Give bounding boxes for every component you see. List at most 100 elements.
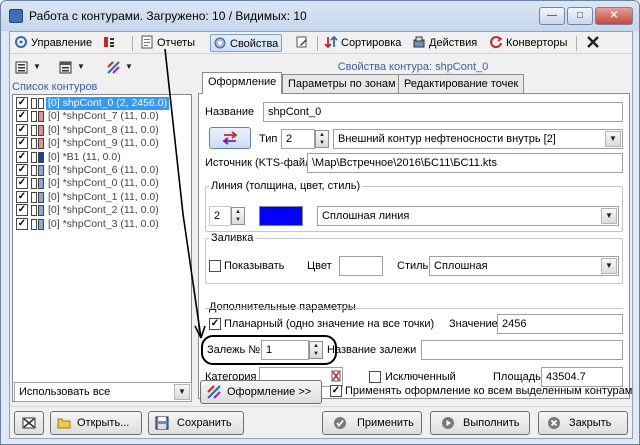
value-label: Значение [449, 318, 498, 330]
chevron-down-icon: ▼ [33, 62, 41, 71]
list-item-label: [0] *shpCont_0 (11, 0.0) [48, 177, 159, 190]
fill-color-swatch [38, 178, 44, 190]
contour-type-select[interactable]: Внешний контур нефтеносности внутрь [2] … [333, 129, 623, 149]
source-field[interactable]: \Map\Встречное\2016\БС11\БС11.kts [307, 153, 623, 173]
list-item-checkbox[interactable]: ✓ [16, 217, 28, 230]
check-circle-icon [334, 417, 346, 429]
name-label: Название [205, 106, 255, 118]
line-color-swatch [31, 111, 37, 123]
area-label: Площадь [493, 371, 541, 383]
apply-button[interactable]: Применить [322, 411, 422, 435]
fill-color-swatch[interactable] [339, 256, 383, 276]
planar-checkbox[interactable]: ✓ [209, 318, 221, 330]
converters-icon [490, 36, 503, 49]
fill-style-select[interactable]: Сплошная ▼ [429, 256, 619, 276]
menu-reports-label: Отчеты [157, 37, 196, 49]
use-filter-value: Использовать все [19, 386, 111, 398]
properties-icon [214, 37, 226, 49]
use-filter-select[interactable]: Использовать все ▼ [14, 382, 192, 402]
clear-category-icon[interactable] [331, 370, 341, 382]
fill-show-label: Показывать [224, 260, 285, 272]
apply-label: Применить [357, 417, 414, 429]
extra-params-title: Дополнительные параметры [209, 301, 356, 313]
title-bar: Работа с контурами. Загружено: 10 / Види… [1, 1, 639, 31]
menu-actions[interactable]: Действия [410, 34, 480, 52]
tab-design[interactable]: Оформление [202, 72, 283, 94]
line-color-swatch[interactable] [259, 206, 303, 226]
apply-all-checkbox[interactable]: ✓ [330, 385, 342, 397]
design-toggle-button[interactable]: Оформление >> [200, 380, 322, 404]
close-window-button[interactable]: ✕ [595, 7, 633, 25]
chevron-down-icon: ▼ [601, 258, 617, 274]
line-width-field[interactable]: 2 [209, 206, 231, 226]
highlight-callout [201, 335, 337, 365]
list-item-label: [0] *B1 (11, 0.0) [48, 150, 121, 163]
list-item-checkbox[interactable]: ✓ [16, 150, 28, 163]
extra-params-divider [205, 308, 623, 309]
deposit-name-field[interactable] [421, 340, 623, 360]
list-view-icon [15, 61, 28, 74]
list-item-checkbox[interactable]: ✓ [16, 137, 28, 150]
open-button[interactable]: Открыть... [50, 411, 142, 435]
maximize-button[interactable]: □ [567, 7, 593, 25]
menu-reports[interactable]: Отчеты [138, 34, 198, 52]
menu-converters[interactable]: Конверторы [487, 34, 570, 52]
fill-group-title: Заливка [209, 232, 256, 244]
edit-button[interactable] [293, 34, 313, 52]
type-spinner[interactable]: ▲ ▼ [315, 130, 329, 148]
list-view-dropdown[interactable]: ▼ [12, 58, 44, 76]
line-style-select[interactable]: Сплошная линия ▼ [317, 206, 619, 226]
list-item-checkbox[interactable]: ✓ [16, 110, 28, 123]
line-group-title: Линия (толщина, цвет, стиль) [209, 180, 363, 192]
list-item-checkbox[interactable]: ✓ [16, 190, 28, 203]
fill-style-value: Сплошная [434, 260, 488, 272]
value-field[interactable]: 2456 [497, 314, 623, 334]
fill-show-checkbox[interactable] [209, 260, 221, 272]
tab-zone-params[interactable]: Параметры по зонам [282, 74, 402, 93]
list-item-label: [0] *shpCont_9 (11, 0.0) [48, 137, 159, 150]
close-button[interactable]: Закрыть [538, 411, 628, 435]
list-item-checkbox[interactable]: ✓ [16, 177, 28, 190]
type-value-field[interactable]: 2 [281, 129, 315, 149]
menu-manage[interactable]: Управление [12, 34, 95, 52]
contour-type-value: Внешний контур нефтеносности внутрь [2] [338, 133, 556, 145]
line-color-swatch [31, 124, 37, 136]
sort-icon [324, 35, 338, 49]
list-item-checkbox[interactable]: ✓ [16, 164, 28, 176]
deposit-name-label: Название залежи [327, 344, 417, 356]
name-field[interactable]: shpCont_0 [263, 102, 623, 122]
list-item-checkbox[interactable]: ✓ [16, 123, 28, 136]
cancel-list-icon [22, 417, 36, 429]
list-item-label: [0] shpCont_0 (2, 2456.0) [46, 97, 170, 110]
discard-button[interactable] [14, 411, 44, 435]
save-icon [155, 416, 169, 430]
line-width-spinner[interactable]: ▲ ▼ [231, 207, 245, 225]
close-label: Закрыть [569, 417, 612, 429]
list-item-label: [0] *shpCont_6 (11, 0.0) [48, 164, 159, 176]
menu-properties[interactable]: Свойства [210, 34, 283, 52]
swap-direction-button[interactable] [209, 127, 251, 149]
contour-list[interactable]: ✓ [0] shpCont_0 (2, 2456.0) ✓ [0] *shpCont_… [12, 94, 192, 402]
list-item-checkbox[interactable]: ✓ [16, 97, 28, 109]
line-color-swatch [31, 138, 37, 150]
menu-manage-label: Управление [31, 37, 93, 49]
list-item-label: [0] *shpCont_8 (11, 0.0) [48, 123, 159, 136]
list-item-checkbox[interactable]: ✓ [16, 204, 28, 217]
tools-button[interactable] [584, 34, 604, 52]
run-button[interactable]: Выполнить [430, 411, 530, 435]
list-filter-dropdown[interactable]: ▼ [56, 58, 88, 76]
fill-color-swatch [38, 124, 44, 136]
design-tab-panel: Название shpCont_0 Тип 2 ▲ ▼ Внешний конт… [164, 48, 630, 399]
manage-options-button[interactable] [100, 34, 124, 52]
tools-icon [587, 36, 599, 48]
tab-point-editing[interactable]: Редактирование точек [398, 74, 525, 93]
excluded-checkbox[interactable] [369, 371, 381, 383]
menu-sort[interactable]: Сортировка [322, 34, 404, 52]
save-button[interactable]: Сохранить [148, 411, 244, 435]
line-color-swatch [31, 98, 37, 109]
line-color-swatch [31, 165, 37, 176]
reports-icon [141, 35, 153, 49]
list-style-dropdown[interactable]: ▼ [104, 58, 136, 76]
minimize-button[interactable]: — [539, 7, 565, 25]
area-field[interactable]: 43504.7 [541, 367, 623, 387]
